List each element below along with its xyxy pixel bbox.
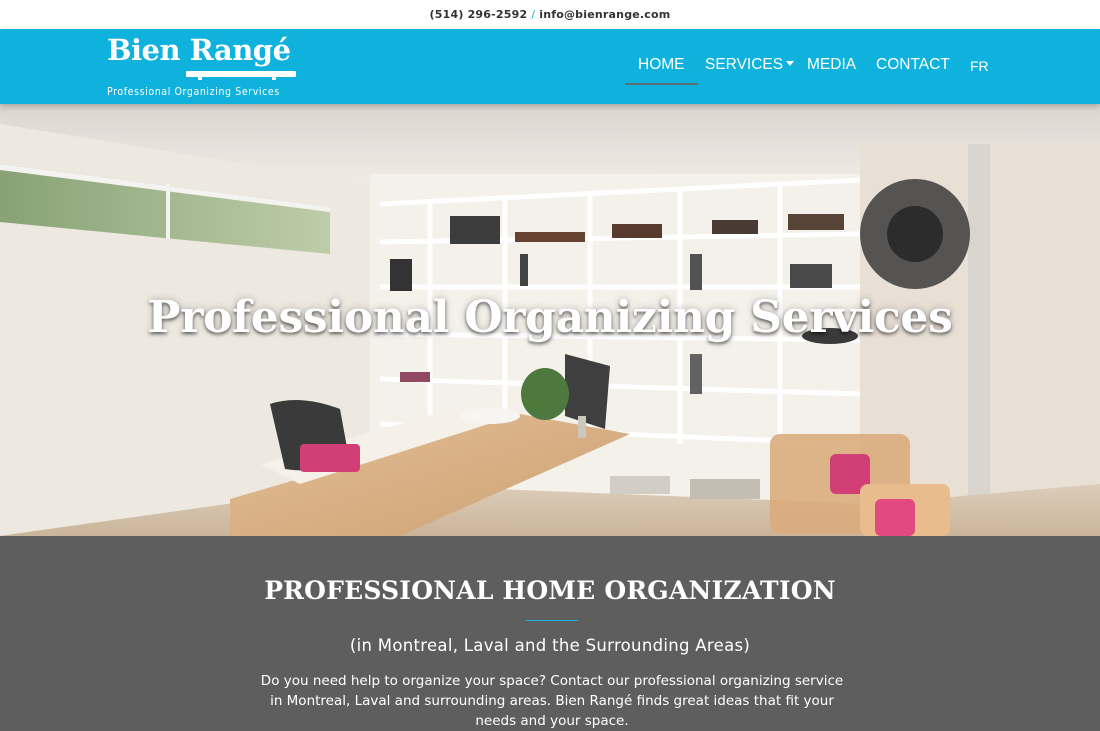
nav-home[interactable]: HOME (625, 56, 697, 85)
top-contact-bar: (514) 296-2592 / info@bienrange.com (0, 0, 1100, 29)
phone-link[interactable]: (514) 296-2592 (430, 8, 528, 21)
chevron-down-icon (786, 61, 795, 66)
intro-section: PROFESSIONAL HOME ORGANIZATION (in Montr… (0, 536, 1100, 729)
section-heading: PROFESSIONAL HOME ORGANIZATION (264, 576, 836, 605)
hero-title: Professional Organizing Services (147, 292, 953, 343)
site-logo[interactable]: Bien Rangé Professional Organizing Servi… (106, 33, 298, 103)
language-toggle[interactable]: FR (970, 58, 989, 74)
nav-services[interactable]: SERVICES (705, 56, 795, 74)
logo-shelf-icon (186, 71, 296, 77)
nav-services-label: SERVICES (705, 56, 784, 73)
nav-contact[interactable]: CONTACT (876, 56, 950, 74)
logo-subtitle: Professional Organizing Services (107, 86, 280, 98)
heading-divider (526, 620, 578, 621)
main-navbar: Bien Rangé Professional Organizing Servi… (0, 29, 1100, 104)
contact-separator: / (531, 8, 536, 21)
logo-shelf-leg (272, 76, 276, 80)
nav-media[interactable]: MEDIA (807, 56, 856, 74)
section-body: Do you need help to organize your space?… (260, 673, 844, 729)
logo-shelf-leg (198, 76, 202, 80)
email-link[interactable]: info@bienrange.com (539, 8, 670, 21)
section-subheading: (in Montreal, Laval and the Surrounding … (349, 636, 751, 655)
hero-banner: Professional Organizing Services (0, 104, 1100, 536)
logo-title: Bien Rangé (107, 33, 291, 67)
